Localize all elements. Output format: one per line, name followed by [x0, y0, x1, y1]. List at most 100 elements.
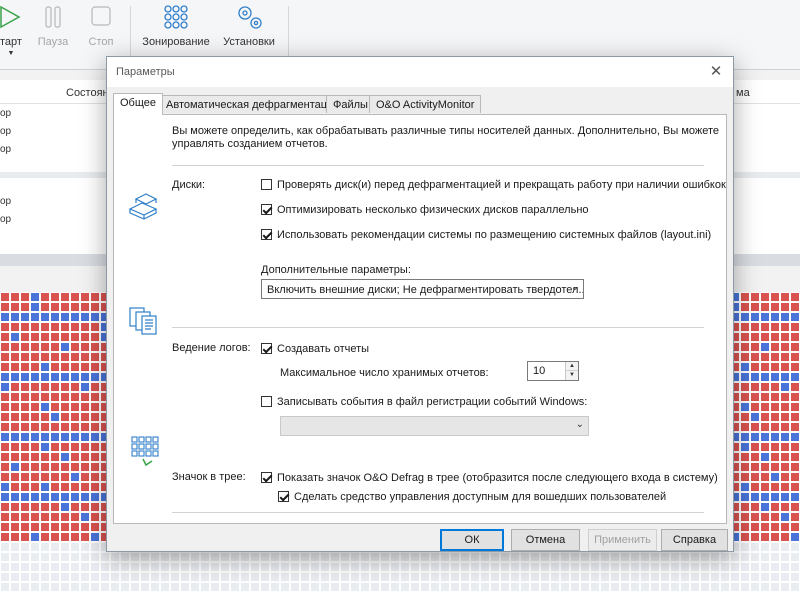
optimize-parallel-label[interactable]: Оптимизировать несколько физических диск… [277, 204, 589, 216]
cluster-cell [781, 483, 789, 491]
cluster-cell [771, 513, 779, 521]
cluster-cell [71, 423, 79, 431]
section-divider [172, 327, 704, 328]
pause-button[interactable]: Пауза [36, 4, 70, 48]
cluster-cell [741, 393, 749, 401]
cluster-cell [771, 563, 779, 571]
tab-general[interactable]: Общее [113, 93, 164, 115]
pause-icon [45, 6, 61, 28]
cluster-cell [251, 583, 259, 591]
cluster-cell [711, 573, 719, 581]
cluster-cell [21, 563, 29, 571]
cluster-cell [51, 323, 59, 331]
cancel-button[interactable]: Отмена [511, 529, 580, 551]
cluster-cell [51, 333, 59, 341]
cluster-cell [191, 563, 199, 571]
logging-section-label: Ведение логов: [172, 342, 251, 354]
list-item[interactable]: ор [0, 126, 11, 137]
use-layout-label[interactable]: Использовать рекомендации системы по раз… [277, 229, 711, 241]
event-level-select[interactable]: ⌄ [280, 416, 589, 436]
create-reports-checkbox[interactable] [261, 343, 272, 354]
cluster-cell [101, 583, 109, 591]
show-tray-icon-label[interactable]: Показать значок O&O Defrag в трее (отобр… [277, 472, 718, 484]
cluster-cell [31, 463, 39, 471]
all-users-checkbox[interactable] [278, 491, 289, 502]
cluster-cell [271, 583, 279, 591]
check-errors-label[interactable]: Проверять диск(и) перед дефрагментацией … [277, 179, 726, 191]
cluster-cell [131, 563, 139, 571]
write-events-label[interactable]: Записывать события в файл регистрации со… [277, 396, 587, 408]
cluster-cell [641, 573, 649, 581]
cluster-cell [71, 473, 79, 481]
tab-auto-defrag[interactable]: Автоматическая дефрагментация [159, 95, 347, 113]
start-button[interactable]: тарт ▼ [0, 4, 26, 57]
help-button[interactable]: Справка [661, 529, 728, 551]
zoning-button[interactable]: Зонирование [138, 4, 214, 48]
list-item[interactable]: ор [0, 108, 11, 119]
cluster-cell [761, 573, 769, 581]
cluster-cell [771, 323, 779, 331]
cluster-cell [71, 383, 79, 391]
cluster-cell [21, 493, 29, 501]
cluster-cell [21, 523, 29, 531]
cluster-cell [21, 393, 29, 401]
cluster-cell [401, 553, 409, 561]
stepper-down-icon[interactable]: ▼ [566, 371, 578, 380]
tab-files[interactable]: Файлы [326, 95, 375, 113]
create-reports-label[interactable]: Создавать отчеты [277, 343, 369, 355]
show-tray-icon-checkbox[interactable] [261, 472, 272, 483]
cluster-cell [521, 553, 529, 561]
apply-button[interactable]: Применить [588, 529, 657, 551]
cluster-cell [411, 553, 419, 561]
cluster-cell [1, 343, 9, 351]
stepper-up-icon[interactable]: ▲ [566, 362, 578, 371]
tab-activity-monitor[interactable]: O&O ActivityMonitor [369, 95, 482, 113]
cluster-cell [791, 453, 799, 461]
cluster-cell [31, 493, 39, 501]
cluster-cell [1, 453, 9, 461]
cluster-cell [601, 583, 609, 591]
cluster-cell [741, 433, 749, 441]
list-item[interactable]: ор [0, 144, 11, 155]
column-header-status[interactable]: Состоян [66, 87, 109, 99]
all-users-label[interactable]: Сделать средство управления доступным дл… [294, 491, 666, 503]
cluster-cell [441, 573, 449, 581]
cluster-cell [11, 343, 19, 351]
cluster-cell [741, 443, 749, 451]
cluster-cell [261, 583, 269, 591]
cluster-cell [41, 303, 49, 311]
extra-params-select[interactable]: Включить внешние диски; Не дефрагментиро… [261, 279, 584, 299]
ok-button[interactable]: ОК [440, 529, 504, 551]
cluster-cell [11, 543, 19, 551]
cluster-cell [11, 523, 19, 531]
cluster-cell [21, 323, 29, 331]
cluster-cell [71, 323, 79, 331]
cluster-cell [71, 513, 79, 521]
column-header-right[interactable]: ма [736, 87, 750, 99]
cluster-cell [471, 553, 479, 561]
cluster-cell [771, 343, 779, 351]
cluster-cell [321, 563, 329, 571]
cluster-cell [751, 373, 759, 381]
max-reports-stepper[interactable]: 10 ▲ ▼ [527, 361, 579, 381]
list-item[interactable]: ор [0, 196, 11, 207]
cluster-cell [791, 433, 799, 441]
write-events-checkbox[interactable] [261, 396, 272, 407]
toolbar-separator [288, 6, 289, 58]
cluster-cell [51, 563, 59, 571]
close-icon[interactable]: ✕ [699, 57, 733, 87]
cluster-cell [511, 583, 519, 591]
settings-button[interactable]: Установки [218, 4, 280, 48]
stop-button[interactable]: Стоп [84, 4, 118, 48]
cluster-cell [791, 303, 799, 311]
list-item[interactable]: ор [0, 214, 11, 225]
check-errors-checkbox[interactable] [261, 179, 272, 190]
optimize-parallel-checkbox[interactable] [261, 204, 272, 215]
cluster-cell [331, 573, 339, 581]
cluster-cell [81, 583, 89, 591]
use-layout-checkbox[interactable] [261, 229, 272, 240]
section-divider [172, 165, 704, 166]
cluster-cell [741, 323, 749, 331]
cluster-cell [421, 583, 429, 591]
cluster-cell [611, 573, 619, 581]
